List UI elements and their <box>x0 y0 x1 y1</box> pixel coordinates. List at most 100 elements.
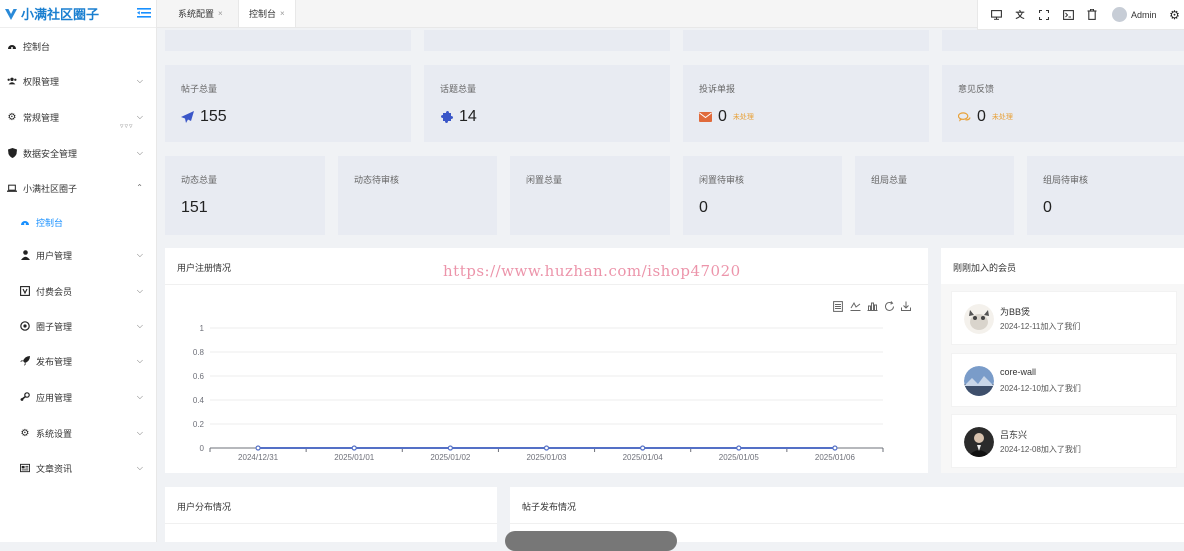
brand[interactable]: 小满社区圈子 <box>0 0 156 28</box>
menu-toggle-icon[interactable] <box>137 7 151 19</box>
avatar[interactable] <box>1112 7 1127 22</box>
sidebar-item-label: 圈子管理 <box>36 321 73 332</box>
x-tick-label: 2025/01/05 <box>719 453 760 462</box>
y-tick-label: 0.2 <box>193 420 205 429</box>
list-item[interactable]: 吕东兴 2024-12-08加入了我们 <box>951 414 1177 468</box>
x-tick-label: 2025/01/06 <box>815 453 856 462</box>
chevron-down-icon: ⌵ <box>136 76 143 85</box>
avatar <box>964 304 994 334</box>
sidebar-item-label: 数据安全管理 <box>23 148 78 159</box>
sidebar-item-label: 应用管理 <box>36 392 73 403</box>
stat-card-feedback: 意见反馈 0 未处理 <box>942 65 1184 142</box>
paper-plane-icon <box>181 111 194 124</box>
stat-value: 155 <box>200 108 227 125</box>
sidebar-item-community[interactable]: 小满社区圈子 ⌃ <box>0 173 157 203</box>
fullscreen-icon[interactable] <box>1038 9 1050 21</box>
user-name[interactable]: Admin <box>1131 10 1157 20</box>
stat-title: 帖子总量 <box>181 84 218 94</box>
stat-title: 闲置待审核 <box>699 175 745 185</box>
close-icon[interactable]: × <box>280 9 285 18</box>
rocket-icon <box>20 356 30 366</box>
sidebar-item-articles[interactable]: 文章资讯 ⌵ <box>0 453 157 483</box>
monitor-icon[interactable] <box>990 9 1002 21</box>
list-item[interactable]: 为BB煲 2024-12-11加入了我们 <box>951 291 1177 345</box>
dashboard-icon <box>20 217 30 227</box>
x-tick-label: 2025/01/03 <box>526 453 567 462</box>
member-joined: 2024-12-08加入了我们 <box>1000 445 1081 454</box>
sidebar-item-label: 用户管理 <box>36 250 73 261</box>
avatar <box>964 427 994 457</box>
stat-value: 0 <box>977 108 986 125</box>
stat-card-topics: 话题总量 14 <box>424 65 670 142</box>
stat-value-row: 155 <box>181 108 227 126</box>
stat-title: 动态待审核 <box>354 175 400 185</box>
stat-card-partial <box>942 30 1184 51</box>
tab-label: 控制台 <box>249 9 277 19</box>
data-point <box>736 445 742 451</box>
sidebar-item-permissions[interactable]: 权限管理 ⌵ <box>0 66 157 96</box>
brand-logo-icon <box>5 8 17 20</box>
sidebar-item-publish[interactable]: 发布管理 ⌵ <box>0 346 157 376</box>
puzzle-icon <box>440 111 453 124</box>
newspaper-icon <box>20 463 30 473</box>
data-point <box>351 445 357 451</box>
member-joined: 2024-12-10加入了我们 <box>1000 384 1081 393</box>
sidebar-item-label: 常规管理 <box>23 112 60 123</box>
chevron-down-icon: ⌵ <box>136 321 143 330</box>
avatar <box>964 366 994 396</box>
translate-icon[interactable]: 文 <box>1014 9 1026 21</box>
steam-icon <box>20 392 30 402</box>
floating-overlay <box>505 531 677 551</box>
user-icon <box>20 250 30 260</box>
sidebar-item-system-settings[interactable]: ⚙ 系统设置 ⌵ <box>0 418 157 448</box>
stat-title: 动态总量 <box>181 175 218 185</box>
panel-title: 用户分布情况 <box>177 502 232 512</box>
divider <box>165 523 497 524</box>
panel-title: 帖子发布情况 <box>522 502 577 512</box>
vip-card-icon <box>20 286 30 296</box>
sidebar-item-label: 小满社区圈子 <box>23 183 78 194</box>
stat-card-idle-pending: 闲置待审核 0 <box>683 156 842 235</box>
tab-system-config[interactable]: 系统配置 × <box>168 0 233 27</box>
new-members-panel: 刚刚加入的会员 为BB煲 2024-12-11加入了我们 core-wall 2… <box>941 248 1184 473</box>
stat-title: 组局总量 <box>871 175 908 185</box>
brand-title: 小满社区圈子 <box>21 7 100 22</box>
sidebar-item-dashboard[interactable]: 控制台 <box>0 31 157 61</box>
stat-card-groups-pending: 组局待审核 0 <box>1027 156 1184 235</box>
tab-label: 系统配置 <box>178 9 215 19</box>
sidebar-item-community-dashboard[interactable]: 控制台 <box>0 207 157 237</box>
y-tick-label: 0.4 <box>193 396 205 405</box>
y-tick-label: 1 <box>200 324 205 333</box>
sidebar-item-label: 付费会员 <box>36 286 73 297</box>
status-badge: 未处理 <box>991 114 1013 121</box>
tab-dashboard[interactable]: 控制台 × <box>238 0 296 27</box>
settings-icon[interactable]: ⚙ <box>1169 8 1181 22</box>
stat-value-row: 0 <box>1043 199 1052 217</box>
shield-icon <box>7 148 17 158</box>
sidebar: 小满社区圈子 控制台 权限管理 ⌵ ⚙ 常规管理 ⌵ ▿▿▿ 数据安全管理 ⌵ <box>0 0 157 542</box>
list-item[interactable]: core-wall 2024-12-10加入了我们 <box>951 353 1177 407</box>
chevron-down-icon: ⌵ <box>136 112 143 121</box>
data-point <box>640 445 646 451</box>
member-joined: 2024-12-11加入了我们 <box>1000 322 1081 331</box>
stat-card-complaints: 投诉单报 0 未处理 <box>683 65 929 142</box>
users-icon <box>7 76 17 86</box>
close-icon[interactable]: × <box>218 9 223 18</box>
laptop-icon <box>7 183 17 193</box>
sidebar-item-label: 发布管理 <box>36 356 73 367</box>
trash-icon[interactable] <box>1086 9 1098 21</box>
sidebar-item-vip[interactable]: 付费会员 ⌵ <box>0 276 157 306</box>
stat-value: 0 <box>699 199 708 216</box>
sidebar-item-users[interactable]: 用户管理 ⌵ <box>0 240 157 270</box>
chevron-down-icon: ⌵ <box>136 356 143 365</box>
sidebar-item-label: 系统设置 <box>36 428 73 439</box>
sidebar-item-circles[interactable]: 圈子管理 ⌵ <box>0 311 157 341</box>
terminal-icon[interactable] <box>1062 9 1074 21</box>
sidebar-item-apps[interactable]: 应用管理 ⌵ <box>0 382 157 412</box>
sidebar-item-data-security[interactable]: 数据安全管理 ⌵ <box>0 138 157 168</box>
stat-card-partial <box>424 30 670 51</box>
stat-title: 投诉单报 <box>699 84 736 94</box>
sidebar-item-label: 控制台 <box>36 217 64 228</box>
stat-card-moments-pending: 动态待审核 <box>338 156 497 235</box>
gears-icon: ⚙ <box>7 111 17 123</box>
